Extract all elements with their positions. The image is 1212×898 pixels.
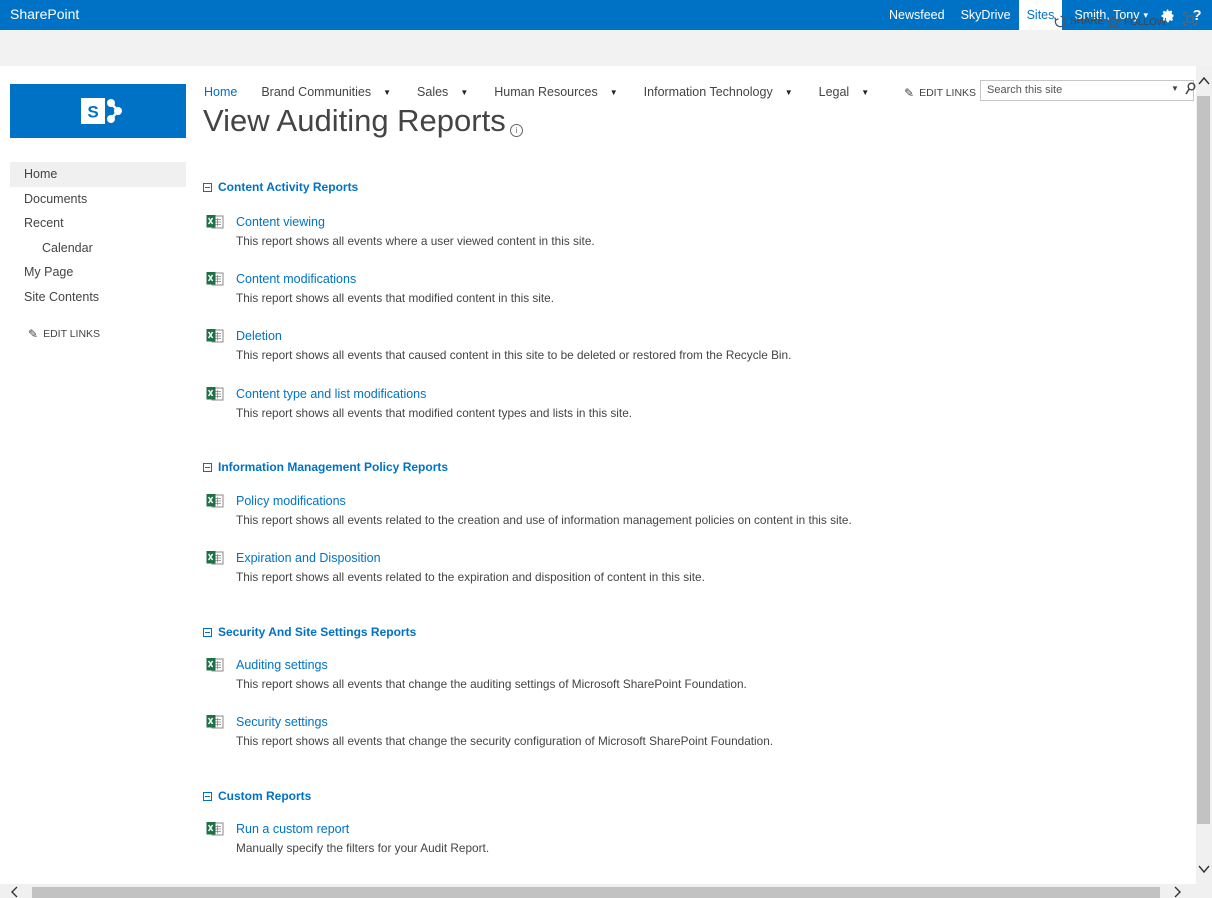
section-header-security-and-site-settings[interactable]: Security And Site Settings Reports [203, 625, 416, 639]
report-item: Content type and list modifications This… [203, 386, 1103, 426]
report-link[interactable]: Policy modifications [236, 494, 346, 508]
report-link[interactable]: Content viewing [236, 215, 325, 229]
report-description: This report shows all events that modifi… [236, 291, 555, 305]
auditing-reports-list: Content Activity Reports Content viewing… [203, 0, 1183, 898]
quicklaunch-home[interactable]: Home [10, 162, 186, 187]
report-description: This report shows all events related to … [236, 570, 705, 584]
report-description: This report shows all events related to … [236, 513, 852, 527]
report-link[interactable]: Deletion [236, 329, 282, 343]
collapse-icon [203, 462, 212, 472]
section-title: Content Activity Reports [218, 180, 359, 194]
report-item: Run a custom report Manually specify the… [203, 821, 1103, 861]
quick-launch: Home Documents Recent Calendar My Page S… [10, 162, 186, 309]
excel-icon[interactable] [206, 271, 224, 287]
sharepoint-brand-link[interactable]: SharePoint [10, 6, 79, 22]
horizontal-scrollbar-thumb[interactable] [32, 887, 1160, 898]
scroll-down-arrow-icon[interactable] [1197, 862, 1211, 876]
report-link[interactable]: Content type and list modifications [236, 387, 426, 401]
svg-text:S: S [87, 103, 98, 122]
focus-on-content-icon[interactable] [1183, 12, 1197, 26]
report-link[interactable]: Content modifications [236, 272, 356, 286]
report-item: Expiration and Disposition This report s… [203, 550, 1103, 590]
scrollbar-corner [1196, 884, 1212, 898]
report-link[interactable]: Expiration and Disposition [236, 551, 381, 565]
excel-icon[interactable] [206, 328, 224, 344]
quicklaunch-calendar[interactable]: Calendar [10, 236, 186, 261]
search-icon[interactable] [1185, 82, 1196, 96]
report-description: This report shows all events that caused… [236, 348, 792, 362]
quicklaunch-documents[interactable]: Documents [10, 187, 186, 212]
section-title: Custom Reports [218, 789, 312, 803]
report-item: Security settings This report shows all … [203, 714, 1103, 754]
collapse-icon [203, 182, 212, 192]
quicklaunch-my-page[interactable]: My Page [10, 260, 186, 285]
report-item: Policy modifications This report shows a… [203, 493, 1103, 533]
sharepoint-logo-icon: S [81, 98, 122, 124]
report-description: This report shows all events that modifi… [236, 406, 633, 420]
scroll-left-arrow-icon[interactable] [8, 886, 22, 898]
edit-links-label: EDIT LINKS [43, 328, 101, 340]
site-logo[interactable]: S [10, 84, 186, 138]
report-item: Deletion This report shows all events th… [203, 328, 1103, 368]
excel-icon[interactable] [206, 214, 224, 230]
section-header-information-management-policy[interactable]: Information Management Policy Reports [203, 460, 448, 474]
quicklaunch-site-contents[interactable]: Site Contents [10, 285, 186, 310]
excel-icon[interactable] [206, 714, 224, 730]
excel-icon[interactable] [206, 821, 224, 837]
excel-icon[interactable] [206, 657, 224, 673]
section-title: Security And Site Settings Reports [218, 625, 417, 639]
report-item: Auditing settings This report shows all … [203, 657, 1103, 697]
collapse-icon [203, 627, 212, 637]
report-item: Content viewing This report shows all ev… [203, 214, 1103, 254]
report-link[interactable]: Run a custom report [236, 822, 349, 836]
report-description: Manually specify the filters for your Au… [236, 841, 490, 855]
report-item: Content modifications This report shows … [203, 271, 1103, 311]
pencil-icon: ✎ [28, 327, 39, 341]
excel-icon[interactable] [206, 386, 224, 402]
report-description: This report shows all events that change… [236, 677, 747, 691]
report-description: This report shows all events where a use… [236, 234, 595, 248]
report-link[interactable]: Security settings [236, 715, 328, 729]
collapse-icon [203, 791, 212, 801]
report-link[interactable]: Auditing settings [236, 658, 328, 672]
scroll-up-arrow-icon[interactable] [1197, 74, 1211, 88]
scroll-right-arrow-icon[interactable] [1170, 886, 1184, 898]
excel-icon[interactable] [206, 550, 224, 566]
report-description: This report shows all events that change… [236, 734, 774, 748]
quicklaunch-edit-links[interactable]: ✎ EDIT LINKS [28, 327, 100, 341]
section-header-custom-reports[interactable]: Custom Reports [203, 789, 311, 803]
quicklaunch-recent[interactable]: Recent [10, 211, 186, 236]
excel-icon[interactable] [206, 493, 224, 509]
section-title: Information Management Policy Reports [218, 460, 449, 474]
section-header-content-activity[interactable]: Content Activity Reports [203, 180, 358, 194]
vertical-scrollbar-thumb[interactable] [1197, 96, 1210, 824]
